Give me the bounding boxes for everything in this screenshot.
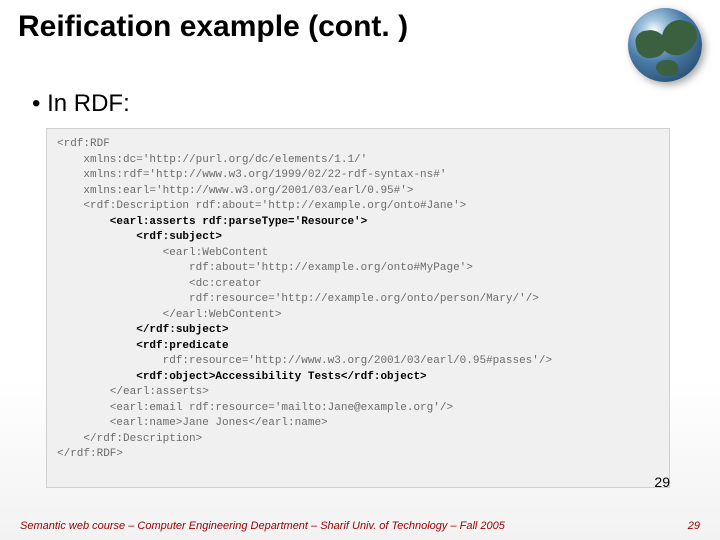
code-bold: <rdf:object>Accessibility Tests</rdf:obj…	[57, 371, 427, 383]
code-plain: rdf:resource='http://www.w3.org/2001/03/…	[57, 355, 552, 367]
footer-text: Semantic web course – Computer Engineeri…	[20, 520, 505, 532]
code-plain: <rdf:RDF xmlns:dc='http://purl.org/dc/el…	[57, 138, 466, 212]
page-number-outer: 29	[688, 520, 700, 532]
slide: Reification example (cont. ) In RDF: <rd…	[0, 0, 720, 540]
bullet-text: In RDF:	[32, 90, 130, 118]
code-plain: </earl:asserts> <earl:email rdf:resource…	[57, 386, 453, 460]
globe-icon	[628, 8, 702, 82]
page-title: Reification example (cont. )	[18, 10, 408, 44]
page-number-inner: 29	[654, 474, 670, 490]
code-block: <rdf:RDF xmlns:dc='http://purl.org/dc/el…	[46, 128, 670, 488]
code-plain: <earl:WebContent rdf:about='http://examp…	[57, 247, 539, 321]
code-bold: <earl:asserts rdf:parseType='Resource'> …	[57, 216, 367, 244]
code-bold: </rdf:subject> <rdf:predicate	[57, 324, 229, 352]
